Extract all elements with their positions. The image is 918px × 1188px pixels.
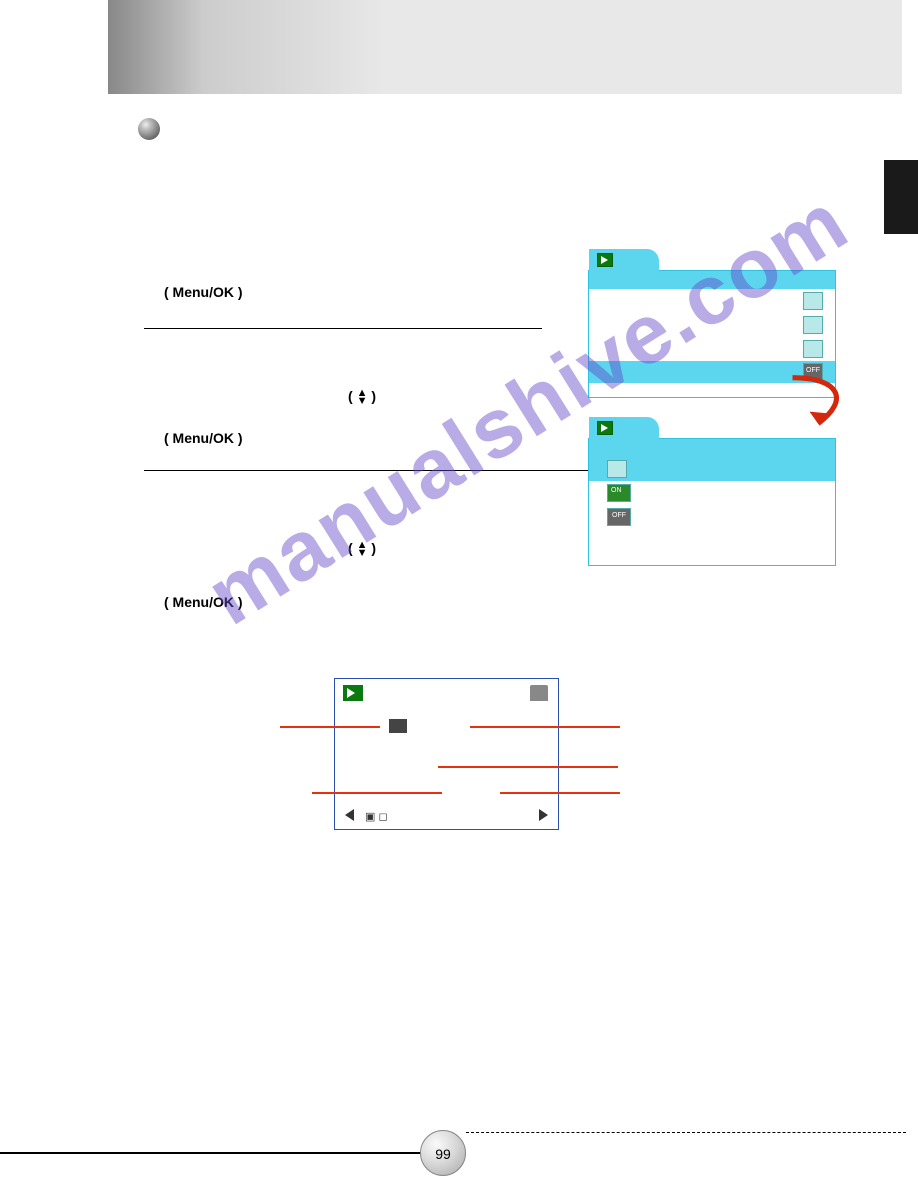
menu-tab	[589, 417, 659, 439]
option-icon	[803, 340, 823, 358]
menu-row-selected	[589, 457, 835, 481]
prev-arrow-icon	[345, 809, 354, 821]
print-order-icon	[389, 719, 407, 733]
up-down-arrows-icon: ▲▼	[357, 389, 368, 405]
playback-icon	[597, 421, 613, 435]
up-down-indicator-2: ( ▲▼ )	[348, 540, 376, 557]
annotation-line	[500, 792, 620, 794]
up-down-arrows-icon: ▲▼	[357, 541, 368, 557]
bullet-icon	[138, 118, 160, 140]
menu-row	[589, 337, 835, 361]
page-number: 99	[420, 1130, 466, 1176]
lcd-screenshot: ▣ ◻	[334, 678, 559, 830]
header-bar	[108, 0, 902, 94]
watermark-text: manualshive.com	[190, 173, 865, 645]
footer-rule-left	[0, 1152, 422, 1154]
step-1-menu-ok: ( Menu/OK )	[164, 284, 243, 300]
step-3-menu-ok: ( Menu/OK )	[164, 594, 243, 610]
section-tab	[884, 160, 918, 234]
panel-header-row	[589, 271, 835, 289]
menu-tab	[589, 249, 659, 271]
option-icon	[803, 316, 823, 334]
playback-mode-icon	[343, 685, 363, 701]
sd-card-icon	[530, 685, 548, 701]
step-2-menu-ok: ( Menu/OK )	[164, 430, 243, 446]
menu-panel-2: ON OFF	[588, 438, 836, 566]
on-icon: ON	[607, 484, 631, 502]
manual-page: ( Menu/OK ) ( ▲▼ ) ( Menu/OK ) ( ▲▼ ) ( …	[0, 0, 918, 1188]
bottom-mode-icons: ▣ ◻	[365, 810, 388, 823]
up-down-indicator-1: ( ▲▼ )	[348, 388, 376, 405]
annotation-line	[470, 726, 620, 728]
menu-row: ON	[589, 481, 835, 505]
menu-row: OFF	[589, 505, 835, 529]
menu-row	[589, 313, 835, 337]
option-icon	[607, 460, 627, 478]
footer-rule-right	[466, 1132, 906, 1133]
off-icon: OFF	[607, 508, 631, 526]
menu-row	[589, 289, 835, 313]
annotation-line	[312, 792, 442, 794]
next-arrow-icon	[539, 809, 548, 821]
flow-arrow-icon	[784, 374, 852, 434]
annotation-line	[438, 766, 618, 768]
option-icon	[803, 292, 823, 310]
divider-1	[144, 328, 542, 329]
panel-header-row	[589, 439, 835, 457]
annotation-line	[280, 726, 380, 728]
playback-icon	[597, 253, 613, 267]
